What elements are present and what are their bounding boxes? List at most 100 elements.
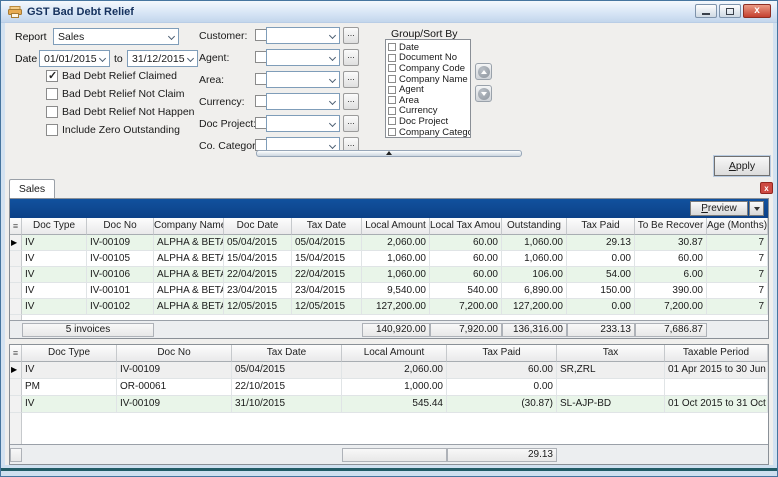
grid-cell[interactable]: 05/04/2015: [224, 235, 292, 251]
checkbox-company-code[interactable]: [388, 64, 396, 72]
group-item-company-name[interactable]: Company Name: [388, 74, 470, 85]
grid-cell[interactable]: 23/04/2015: [224, 283, 292, 299]
tab-close-button[interactable]: x: [760, 182, 773, 194]
column-header-outstanding[interactable]: Outstanding: [502, 218, 567, 235]
column-header-local-amount[interactable]: Local Amount: [342, 345, 447, 362]
grid-cell[interactable]: 1,000.00: [342, 379, 447, 396]
grid-cell[interactable]: ALPHA & BETA C...: [154, 283, 224, 299]
grid-cell[interactable]: [557, 379, 665, 396]
grid-cell[interactable]: 05/04/2015: [292, 235, 362, 251]
grid-cell[interactable]: 9,540.00: [362, 283, 430, 299]
column-header-tax[interactable]: Tax: [557, 345, 665, 362]
group-item-doc-project[interactable]: Doc Project: [388, 116, 470, 127]
grid-cell[interactable]: IV: [22, 362, 117, 379]
grid-cell[interactable]: 1,060.00: [362, 251, 430, 267]
grid-cell[interactable]: 12/05/2015: [292, 299, 362, 315]
grid-cell[interactable]: 390.00: [635, 283, 707, 299]
close-button[interactable]: x: [743, 4, 771, 18]
tab-sales[interactable]: Sales: [9, 179, 55, 198]
dropdown-doc-project[interactable]: [266, 115, 340, 132]
grid-cell[interactable]: 540.00: [430, 283, 502, 299]
checkbox-bad-debt-relief-claimed[interactable]: [46, 70, 58, 82]
grid-cell[interactable]: ALPHA & BETA C...: [154, 267, 224, 283]
grid-cell[interactable]: SL-AJP-BD: [557, 396, 665, 413]
grid-cell[interactable]: IV: [22, 235, 87, 251]
grid-cell[interactable]: IV-00109: [117, 362, 232, 379]
dropdown-agent[interactable]: [266, 49, 340, 66]
move-up-button[interactable]: [475, 63, 492, 80]
grid-cell[interactable]: 2,060.00: [342, 362, 447, 379]
grid-cell[interactable]: 2,060.00: [362, 235, 430, 251]
browse-button-doc-project[interactable]: ...: [343, 115, 359, 132]
grid-cell[interactable]: 7: [707, 235, 768, 251]
report-select[interactable]: Sales: [53, 28, 179, 45]
grid-cell[interactable]: 7: [707, 299, 768, 315]
grid-cell[interactable]: IV-00106: [87, 267, 154, 283]
grid-cell[interactable]: 30.87: [635, 235, 707, 251]
group-item-agent[interactable]: Agent: [388, 84, 470, 95]
grid-cell[interactable]: 127,200.00: [362, 299, 430, 315]
grid-cell[interactable]: 60.00: [447, 362, 557, 379]
browse-button-area[interactable]: ...: [343, 71, 359, 88]
date-to-input[interactable]: 31/12/2015: [127, 50, 198, 67]
grid-cell[interactable]: 22/04/2015: [224, 267, 292, 283]
column-header-doc-no[interactable]: Doc No: [87, 218, 154, 235]
checkbox-company-name[interactable]: [388, 75, 396, 83]
grid-cell[interactable]: IV-00102: [87, 299, 154, 315]
column-header-doc-type[interactable]: Doc Type: [22, 218, 87, 235]
dropdown-customer[interactable]: [266, 27, 340, 44]
column-header-doc-no[interactable]: Doc No: [117, 345, 232, 362]
checkbox-area[interactable]: [388, 96, 396, 104]
checkbox-bad-debt-relief-not-claim[interactable]: [46, 88, 58, 100]
grid-cell[interactable]: 6.00: [635, 267, 707, 283]
column-header-doc-type[interactable]: Doc Type: [22, 345, 117, 362]
grid-cell[interactable]: ALPHA & BETA C...: [154, 299, 224, 315]
grid-cell[interactable]: SR,ZRL: [557, 362, 665, 379]
checkbox-currency[interactable]: [388, 107, 396, 115]
grid-cell[interactable]: 1,060.00: [362, 267, 430, 283]
grid-cell[interactable]: IV: [22, 299, 87, 315]
group-item-area[interactable]: Area: [388, 95, 470, 106]
group-item-company-category[interactable]: Company Category: [388, 127, 470, 138]
minimize-button[interactable]: [695, 4, 717, 18]
grid-cell[interactable]: IV-00101: [87, 283, 154, 299]
grid-cell[interactable]: OR-00061: [117, 379, 232, 396]
grid-cell[interactable]: 29.13: [567, 235, 635, 251]
group-item-currency[interactable]: Currency: [388, 106, 470, 117]
browse-button-customer[interactable]: ...: [343, 27, 359, 44]
column-header-local-tax-amount[interactable]: Local Tax Amount: [430, 218, 502, 235]
checkbox-doc-project[interactable]: [388, 117, 396, 125]
grid-cell[interactable]: 22/10/2015: [232, 379, 342, 396]
grid-cell[interactable]: [665, 379, 768, 396]
column-header-tax-paid[interactable]: Tax Paid: [567, 218, 635, 235]
grid-cell[interactable]: IV: [22, 251, 87, 267]
grid-cell[interactable]: IV-00109: [87, 235, 154, 251]
grid-cell[interactable]: 60.00: [430, 235, 502, 251]
grid-cell[interactable]: 7: [707, 283, 768, 299]
checkbox-company-category[interactable]: [388, 128, 396, 136]
grid-cell[interactable]: 60.00: [430, 267, 502, 283]
grid-cell[interactable]: 1,060.00: [502, 235, 567, 251]
grid-cell[interactable]: 545.44: [342, 396, 447, 413]
column-header-tax-paid[interactable]: Tax Paid: [447, 345, 557, 362]
dropdown-area[interactable]: [266, 71, 340, 88]
grid-cell[interactable]: 150.00: [567, 283, 635, 299]
grid-cell[interactable]: 60.00: [635, 251, 707, 267]
grid-cell[interactable]: 15/04/2015: [292, 251, 362, 267]
grid-cell[interactable]: IV: [22, 283, 87, 299]
grid-cell[interactable]: 01 Oct 2015 to 31 Oct 2015: [665, 396, 768, 413]
column-header-doc-date[interactable]: Doc Date: [224, 218, 292, 235]
grid-cell[interactable]: IV-00109: [117, 396, 232, 413]
grid-cell[interactable]: 0.00: [447, 379, 557, 396]
checkbox-bad-debt-relief-not-happen[interactable]: [46, 106, 58, 118]
column-header-company-name[interactable]: Company Name: [154, 218, 224, 235]
move-down-button[interactable]: [475, 85, 492, 102]
apply-button[interactable]: Apply: [714, 156, 770, 176]
grid-cell[interactable]: ALPHA & BETA C...: [154, 251, 224, 267]
group-item-company-code[interactable]: Company Code: [388, 63, 470, 74]
column-header-local-amount[interactable]: Local Amount: [362, 218, 430, 235]
group-item-date[interactable]: Date: [388, 42, 470, 53]
group-item-document-no[interactable]: Document No: [388, 53, 470, 64]
column-header-tax-date[interactable]: Tax Date: [232, 345, 342, 362]
grid-cell[interactable]: 05/04/2015: [232, 362, 342, 379]
